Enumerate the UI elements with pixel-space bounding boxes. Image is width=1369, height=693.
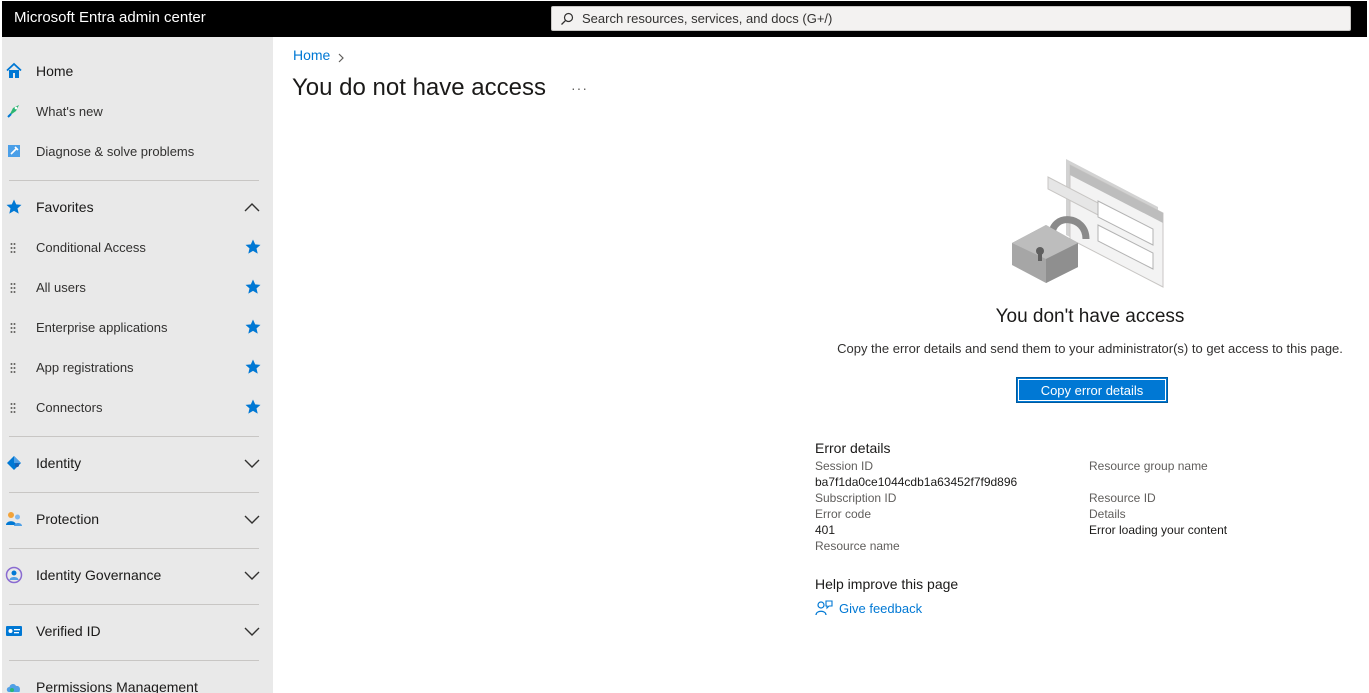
divider — [9, 436, 259, 437]
search-box[interactable]: Search resources, services, and docs (G+… — [551, 6, 1351, 31]
favorite-star-icon[interactable] — [244, 358, 262, 376]
favorite-item-connectors[interactable]: Connectors — [2, 387, 273, 427]
breadcrumb-home-link[interactable]: Home — [293, 47, 330, 63]
favorite-item-conditional-access[interactable]: Conditional Access — [2, 227, 273, 267]
star-icon — [5, 198, 23, 216]
rocket-icon — [5, 102, 23, 120]
id-card-icon — [5, 622, 23, 640]
home-icon — [5, 62, 23, 80]
sidebar-section-label: Protection — [36, 511, 100, 527]
favorite-item-label: Conditional Access — [36, 239, 146, 255]
sidebar-section-permissions-management[interactable]: Permissions Management — [2, 667, 273, 693]
breadcrumb: Home — [293, 47, 346, 63]
divider — [9, 180, 259, 181]
identity-diamond-icon — [5, 454, 23, 472]
favorite-item-app-registrations[interactable]: App registrations — [2, 347, 273, 387]
search-input[interactable]: Search resources, services, and docs (G+… — [582, 11, 832, 26]
error-title: You don't have access — [995, 306, 1185, 327]
favorite-star-icon[interactable] — [244, 238, 262, 256]
error-details-heading: Error details — [815, 440, 891, 456]
sidebar-item-diagnose[interactable]: Diagnose & solve problems — [2, 131, 273, 171]
divider — [9, 604, 259, 605]
chevron-down-icon[interactable] — [242, 621, 262, 641]
details-value: Error loading your content — [1089, 523, 1228, 537]
sidebar-item-label: What's new — [36, 103, 103, 119]
sidebar-section-identity[interactable]: Identity — [2, 443, 273, 483]
favorite-star-icon[interactable] — [244, 398, 262, 416]
subscription-id-label: Subscription ID — [815, 491, 897, 505]
favorite-item-label: Enterprise applications — [36, 319, 168, 335]
divider — [9, 492, 259, 493]
sidebar-item-label: Home — [36, 63, 74, 79]
resource-group-name-label: Resource group name — [1089, 459, 1208, 473]
search-icon — [560, 12, 574, 26]
resource-name-label: Resource name — [815, 539, 900, 553]
chevron-down-icon[interactable] — [242, 565, 262, 585]
favorite-star-icon[interactable] — [244, 278, 262, 296]
app-title[interactable]: Microsoft Entra admin center — [14, 9, 206, 26]
sidebar-item-label: Diagnose & solve problems — [36, 143, 195, 159]
sidebar-section-protection[interactable]: Protection — [2, 499, 273, 539]
chevron-up-icon[interactable] — [242, 197, 262, 217]
locked-content-illustration — [1008, 155, 1170, 291]
divider — [9, 660, 259, 661]
sidebar-item-home[interactable]: Home — [2, 51, 273, 91]
sidebar-section-label: Identity — [36, 455, 82, 471]
drag-handle-icon[interactable] — [10, 321, 16, 333]
favorite-item-label: All users — [36, 279, 86, 295]
page-title: You do not have access — [292, 74, 546, 101]
drag-handle-icon[interactable] — [10, 361, 16, 373]
session-id-value: ba7f1da0ce1044cdb1a63452f7f9d896 — [815, 475, 1018, 489]
cloud-icon — [5, 678, 23, 693]
sidebar-section-label: Permissions Management — [36, 679, 198, 693]
sidebar-section-label: Favorites — [36, 199, 94, 215]
favorite-item-label: App registrations — [36, 359, 134, 375]
help-improve-heading: Help improve this page — [815, 576, 959, 592]
session-id-label: Session ID — [815, 459, 874, 473]
details-label: Details — [1089, 507, 1126, 521]
sidebar-section-label: Identity Governance — [36, 567, 162, 583]
drag-handle-icon[interactable] — [10, 281, 16, 293]
error-message: Copy the error details and send them to … — [837, 341, 1343, 356]
favorite-item-label: Connectors — [36, 399, 103, 415]
give-feedback-label: Give feedback — [839, 600, 923, 616]
sidebar-section-favorites[interactable]: Favorites — [2, 187, 273, 227]
resource-id-label: Resource ID — [1089, 491, 1156, 505]
give-feedback-link[interactable]: Give feedback — [815, 599, 922, 617]
drag-handle-icon[interactable] — [10, 241, 16, 253]
more-options-button[interactable]: ··· — [571, 80, 588, 96]
drag-handle-icon[interactable] — [10, 401, 16, 413]
top-bar: Microsoft Entra admin center Search reso… — [0, 0, 1369, 37]
error-code-label: Error code — [815, 507, 872, 521]
protection-people-icon — [5, 510, 23, 528]
copy-error-details-button[interactable]: Copy error details — [1016, 377, 1168, 403]
divider — [9, 548, 259, 549]
governance-icon — [5, 566, 23, 584]
wrench-icon — [5, 142, 23, 160]
chevron-down-icon[interactable] — [242, 509, 262, 529]
chevron-right-icon — [336, 50, 346, 63]
chevron-down-icon[interactable] — [242, 453, 262, 473]
sidebar-section-label: Verified ID — [36, 623, 101, 639]
sidebar-section-identity-governance[interactable]: Identity Governance — [2, 555, 273, 595]
favorite-item-enterprise-applications[interactable]: Enterprise applications — [2, 307, 273, 347]
sidebar-item-whats-new[interactable]: What's new — [2, 91, 273, 131]
favorite-item-all-users[interactable]: All users — [2, 267, 273, 307]
sidebar-section-verified-id[interactable]: Verified ID — [2, 611, 273, 651]
feedback-person-icon — [815, 599, 833, 617]
sidebar: Home What's new Diagnose & solve problem… — [2, 37, 273, 693]
favorite-star-icon[interactable] — [244, 318, 262, 336]
error-code-value: 401 — [815, 523, 836, 537]
